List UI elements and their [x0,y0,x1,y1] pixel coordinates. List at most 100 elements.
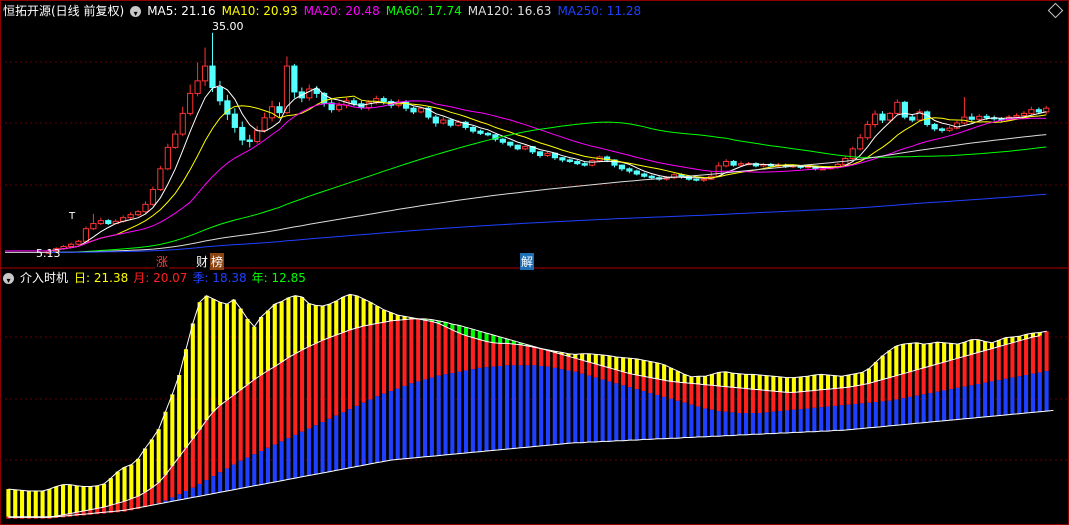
bar-quarter [634,389,639,441]
bar-month [463,335,469,371]
bar-month [573,358,578,372]
bar-quarter [935,391,940,422]
bar-quarter [286,438,291,480]
bar-month [914,369,919,396]
bar-month [935,364,940,392]
bar-quarter [880,401,885,427]
bar-month [607,367,612,382]
bar-day [928,343,933,366]
bar-month [272,366,277,445]
candle [581,163,588,166]
bar-month [771,391,776,412]
bar-quarter [737,413,742,435]
bar-quarter [197,483,202,497]
candle [209,65,216,89]
bar-month [334,335,339,416]
bar-month [341,332,346,413]
bar-day [641,360,646,377]
candle [67,243,75,247]
bar-day [26,491,31,517]
bar-day [142,448,148,493]
dropdown-circle-icon[interactable]: ▾ [3,272,14,285]
candle [216,87,224,102]
bar-month [545,350,551,367]
candle [633,170,640,175]
event-tag[interactable]: 财 [195,253,210,270]
bar-quarter [354,405,359,467]
bar-day [54,486,59,517]
bar-day [95,485,100,509]
bar-month [983,350,988,383]
bar-quarter [955,387,960,420]
candle [469,126,477,132]
candle [1020,112,1028,117]
bar-day [354,295,359,328]
candle [239,126,246,141]
event-tag[interactable]: 涨 [155,253,170,270]
bar-month [539,348,544,366]
bar-quarter [675,400,680,439]
bar-quarter [470,369,475,453]
bar-month [969,354,974,386]
bar-gap [484,333,489,342]
timing-indicator-chart[interactable] [6,293,1054,519]
candle [507,141,514,146]
candle [514,144,521,150]
candle [380,98,387,103]
bar-month [853,385,858,404]
bar-month [327,337,332,419]
candle [254,129,261,142]
bar-quarter [265,447,271,484]
bar-day [67,484,72,514]
candle [90,223,97,230]
bar-month [730,387,735,413]
bar-day [696,376,701,385]
bar-day [265,310,271,371]
candle [559,157,566,161]
bar-quarter [204,480,209,495]
candle [871,113,879,125]
candle [626,168,633,172]
bar-quarter [948,389,954,421]
candle [499,138,506,143]
bar-quarter [750,413,755,435]
ma-line-ma250 [48,193,1047,253]
bar-month [436,323,441,376]
bar-quarter [791,409,796,433]
dropdown-circle-icon[interactable]: ▾ [130,5,142,18]
bar-quarter [436,375,441,456]
bar-day [709,374,714,386]
bar-day [887,350,892,378]
bar-month [641,376,646,392]
candlestick-chart[interactable] [45,32,1050,254]
bar-day [723,371,728,387]
bar-quarter [580,373,585,443]
bar-month [306,346,311,429]
bar-quarter [805,408,810,432]
event-tag[interactable]: 解 [520,253,535,270]
candle [693,178,700,181]
bar-day [13,489,18,517]
candle [901,101,908,118]
candle [938,128,946,131]
bar-month [491,342,496,367]
ma-legend-item: MA250: 11.28 [557,4,642,18]
bar-month [149,487,154,506]
bar-day [907,343,913,372]
bar-day [286,297,291,358]
candle [574,160,581,165]
bar-day [648,361,653,378]
bar-day [600,355,605,366]
bar-quarter [942,390,947,421]
bar-month [450,329,455,374]
stock-title[interactable]: 恒拓开源(日线 前复权) [3,3,124,19]
indicator-title[interactable]: 介入时机 [20,270,68,286]
candle [276,106,283,114]
bar-day [388,312,393,321]
bar-quarter [996,380,1001,416]
bar-quarter [723,411,728,436]
bar-day [969,339,974,355]
event-tag[interactable]: 榜 [210,253,225,270]
bar-day [955,344,960,359]
bar-month [764,390,769,413]
